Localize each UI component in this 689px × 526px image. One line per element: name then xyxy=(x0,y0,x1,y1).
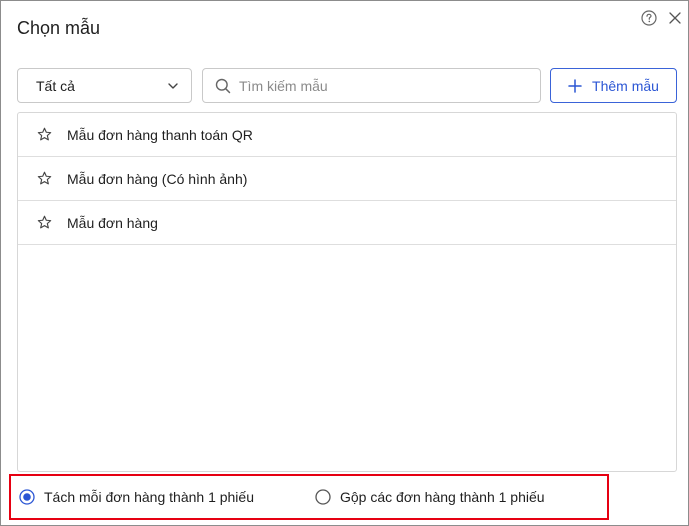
template-name: Mẫu đơn hàng xyxy=(67,214,158,231)
search-input[interactable] xyxy=(237,69,540,102)
split-orders-option[interactable]: Tách mỗi đơn hàng thành 1 phiếu xyxy=(19,489,254,505)
template-row[interactable]: Mẫu đơn hàng (Có hình ảnh) xyxy=(18,157,676,201)
split-orders-label: Tách mỗi đơn hàng thành 1 phiếu xyxy=(44,489,254,505)
star-outline-icon[interactable] xyxy=(37,127,52,142)
filter-selected-value: Tất cả xyxy=(36,77,75,94)
template-name: Mẫu đơn hàng thanh toán QR xyxy=(67,126,253,143)
chevron-down-icon xyxy=(168,82,178,89)
template-list: Mẫu đơn hàng thanh toán QR Mẫu đơn hàng … xyxy=(17,112,677,472)
star-outline-icon[interactable] xyxy=(37,171,52,186)
template-filter-select[interactable]: Tất cả xyxy=(17,68,192,103)
dialog-title: Chọn mẫu xyxy=(17,18,101,38)
plus-icon xyxy=(568,78,582,93)
template-row[interactable]: Mẫu đơn hàng thanh toán QR xyxy=(18,113,676,157)
search-icon xyxy=(215,78,231,93)
help-icon[interactable] xyxy=(641,10,657,26)
choose-template-dialog: Chọn mẫu Tất cả Thêm mẫu Mẫu đơn hàng xyxy=(0,0,689,526)
template-row[interactable]: Mẫu đơn hàng xyxy=(18,201,676,245)
add-template-button[interactable]: Thêm mẫu xyxy=(550,68,677,103)
template-search-box[interactable] xyxy=(202,68,541,103)
star-outline-icon[interactable] xyxy=(37,215,52,230)
radio-selected-icon[interactable] xyxy=(19,489,35,505)
template-name: Mẫu đơn hàng (Có hình ảnh) xyxy=(67,170,248,187)
radio-unselected-icon[interactable] xyxy=(315,489,331,505)
close-icon[interactable] xyxy=(668,11,682,25)
merge-orders-label: Gộp các đơn hàng thành 1 phiếu xyxy=(340,489,545,505)
print-mode-options: Tách mỗi đơn hàng thành 1 phiếu Gộp các … xyxy=(9,474,609,520)
merge-orders-option[interactable]: Gộp các đơn hàng thành 1 phiếu xyxy=(315,489,545,505)
add-template-label: Thêm mẫu xyxy=(592,77,659,94)
